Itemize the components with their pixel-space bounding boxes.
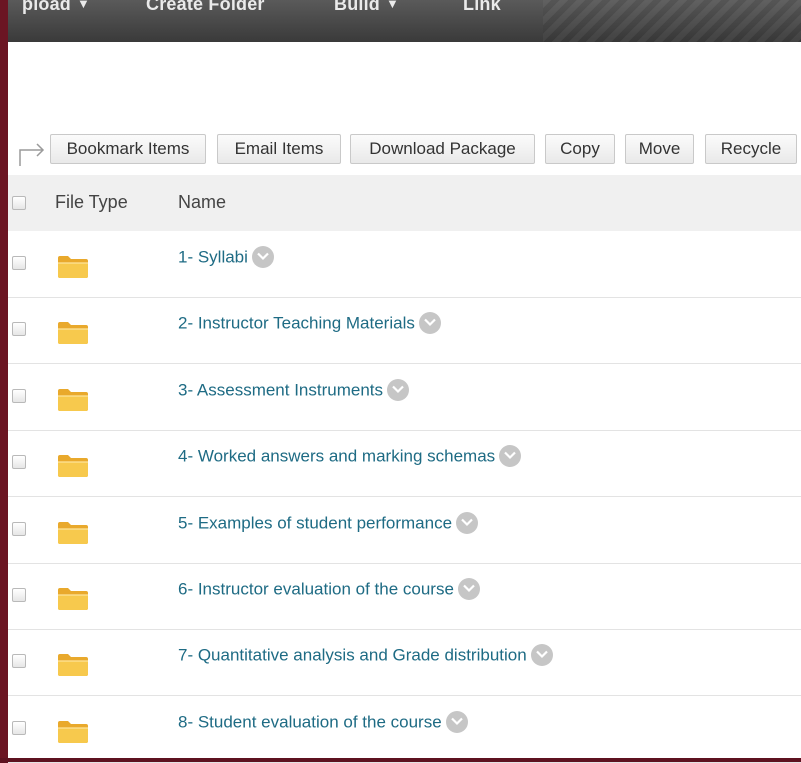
item-options-chevron-icon[interactable]: [456, 511, 479, 534]
chevron-down-icon: ▼: [77, 0, 91, 11]
folder-name: 8- Student evaluation of the course: [178, 712, 442, 732]
folder-link[interactable]: 2- Instructor Teaching Materials: [178, 312, 441, 335]
folder-link[interactable]: 1- Syllabi: [178, 246, 274, 269]
window-frame-left: [0, 0, 8, 758]
toolbar-create-folder-button[interactable]: Create Folder: [146, 0, 265, 15]
table-row: 7- Quantitative analysis and Grade distr…: [8, 629, 801, 697]
content-toolbar: pload ▼ Create Folder Build ▼ Link: [8, 0, 801, 42]
folder-icon: [58, 720, 88, 743]
folder-icon: [58, 256, 88, 278]
toolbar-build-menu[interactable]: Build ▼: [334, 0, 399, 15]
row-checkbox[interactable]: [12, 455, 26, 470]
folder-name: 2- Instructor Teaching Materials: [178, 313, 415, 333]
folder-name: 3- Assessment Instruments: [178, 380, 384, 400]
file-list-panel: Bookmark Items Email Items Download Pack…: [8, 42, 801, 763]
folder-name: 5- Examples of student performance: [178, 513, 453, 533]
folder-icon: [58, 322, 88, 345]
item-options-chevron-icon[interactable]: [530, 644, 553, 667]
folder-link[interactable]: 7- Quantitative analysis and Grade distr…: [178, 644, 553, 667]
folder-icon: [58, 455, 88, 478]
chevron-down-icon: ▼: [386, 0, 400, 11]
toolbar-upload-label: pload: [22, 0, 71, 14]
folder-name: 1- Syllabi: [178, 247, 248, 267]
table-row: 1- Syllabi: [8, 231, 801, 298]
email-items-button[interactable]: Email Items: [217, 134, 341, 164]
row-checkbox[interactable]: [12, 388, 26, 403]
item-options-chevron-icon[interactable]: [251, 246, 274, 268]
folder-name: 4- Worked answers and marking schemas: [178, 446, 496, 466]
row-checkbox[interactable]: [12, 322, 26, 337]
toolbar-build-label: Build: [334, 0, 380, 14]
file-type-column-header[interactable]: File Type: [55, 192, 128, 213]
item-options-chevron-icon[interactable]: [499, 445, 522, 468]
item-options-chevron-icon[interactable]: [445, 710, 468, 733]
row-checkbox[interactable]: [12, 521, 26, 536]
table-row: 8- Student evaluation of the course: [8, 696, 801, 763]
folder-icon: [58, 521, 88, 544]
table-row: 3- Assessment Instruments: [8, 364, 801, 431]
folder-link[interactable]: 3- Assessment Instruments: [178, 378, 410, 402]
item-options-chevron-icon[interactable]: [418, 312, 441, 335]
folder-name: 6- Instructor evaluation of the course: [178, 579, 454, 599]
folder-icon: [58, 388, 88, 411]
table-row: 6- Instructor evaluation of the course: [8, 563, 801, 630]
folder-name: 7- Quantitative analysis and Grade distr…: [178, 645, 527, 665]
download-package-button[interactable]: Download Package: [350, 134, 535, 164]
toolbar-create-folder-label: Create Folder: [146, 0, 265, 14]
folder-link[interactable]: 4- Worked answers and marking schemas: [178, 445, 522, 468]
bookmark-items-button[interactable]: Bookmark Items: [50, 134, 206, 164]
row-checkbox[interactable]: [12, 256, 26, 270]
item-options-chevron-icon[interactable]: [387, 378, 410, 401]
corner-arrow-icon: [19, 143, 45, 166]
move-button[interactable]: Move: [625, 134, 694, 164]
row-checkbox[interactable]: [12, 720, 26, 735]
folder-link[interactable]: 5- Examples of student performance: [178, 511, 479, 535]
folder-icon: [58, 654, 88, 677]
item-options-chevron-icon[interactable]: [457, 578, 480, 600]
table-header: File Type Name: [8, 175, 801, 231]
folder-link[interactable]: 8- Student evaluation of the course: [178, 710, 468, 734]
toolbar-upload-menu[interactable]: pload ▼: [22, 0, 90, 15]
name-column-header[interactable]: Name: [178, 192, 226, 213]
table-row: 5- Examples of student performance: [8, 497, 801, 564]
row-checkbox[interactable]: [12, 588, 26, 602]
row-checkbox[interactable]: [12, 654, 26, 669]
toolbar-link-button[interactable]: Link: [463, 0, 501, 15]
table-row: 4- Worked answers and marking schemas: [8, 430, 801, 498]
select-all-checkbox[interactable]: [12, 196, 26, 210]
toolbar-link-label: Link: [463, 0, 501, 14]
folder-link[interactable]: 6- Instructor evaluation of the course: [178, 578, 480, 601]
folder-icon: [58, 588, 88, 610]
table-row: 2- Instructor Teaching Materials: [8, 297, 801, 365]
recycle-button[interactable]: Recycle: [705, 134, 797, 164]
copy-button[interactable]: Copy: [545, 134, 615, 164]
toolbar-pattern: [543, 0, 801, 42]
